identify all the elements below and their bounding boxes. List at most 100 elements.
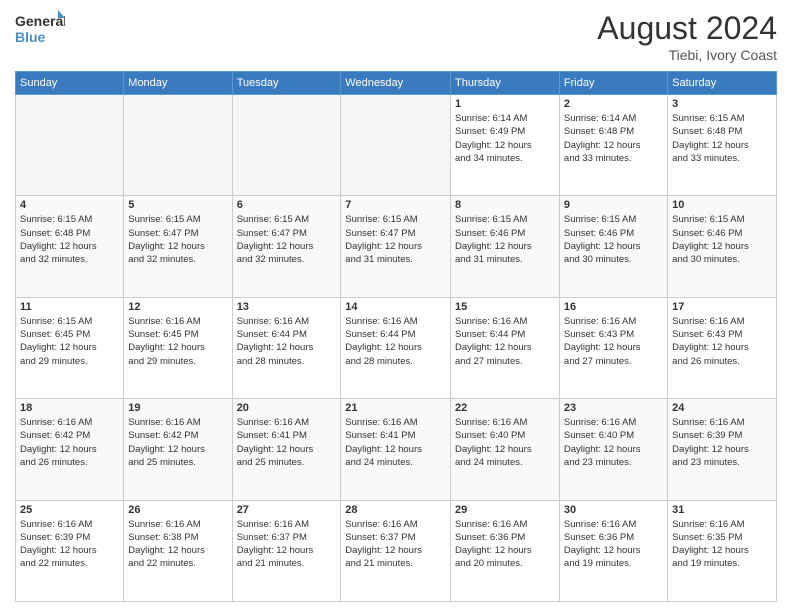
- calendar-cell: 20 Sunrise: 6:16 AMSunset: 6:41 PMDayligh…: [232, 399, 341, 500]
- day-number: 10: [672, 199, 772, 211]
- day-info: Sunrise: 6:16 AMSunset: 6:38 PMDaylight:…: [128, 518, 227, 571]
- calendar-cell: 10 Sunrise: 6:15 AMSunset: 6:46 PMDayligh…: [668, 196, 777, 297]
- calendar-cell: [341, 95, 451, 196]
- day-number: 26: [128, 504, 227, 516]
- day-number: 22: [455, 402, 555, 414]
- calendar-cell: [16, 95, 124, 196]
- calendar-cell: [124, 95, 232, 196]
- day-info: Sunrise: 6:16 AMSunset: 6:40 PMDaylight:…: [455, 416, 555, 469]
- day-info: Sunrise: 6:15 AMSunset: 6:46 PMDaylight:…: [672, 213, 772, 266]
- day-info: Sunrise: 6:16 AMSunset: 6:35 PMDaylight:…: [672, 518, 772, 571]
- day-header: Friday: [559, 72, 667, 95]
- day-number: 19: [128, 402, 227, 414]
- day-number: 16: [564, 301, 663, 313]
- day-number: 7: [345, 199, 446, 211]
- calendar-cell: 25 Sunrise: 6:16 AMSunset: 6:39 PMDayligh…: [16, 500, 124, 601]
- day-number: 30: [564, 504, 663, 516]
- svg-text:General: General: [15, 13, 65, 29]
- calendar-cell: 18 Sunrise: 6:16 AMSunset: 6:42 PMDayligh…: [16, 399, 124, 500]
- calendar-cell: 26 Sunrise: 6:16 AMSunset: 6:38 PMDayligh…: [124, 500, 232, 601]
- calendar-cell: 23Sunrise: 6:16 AMSunset: 6:40 PMDayligh…: [559, 399, 667, 500]
- day-number: 23: [564, 402, 663, 414]
- title-area: August 2024 Tiebi, Ivory Coast: [597, 10, 777, 63]
- day-number: 27: [237, 504, 337, 516]
- day-info: Sunrise: 6:14 AMSunset: 6:48 PMDaylight:…: [564, 112, 663, 165]
- day-number: 24: [672, 402, 772, 414]
- svg-text:Blue: Blue: [15, 29, 46, 45]
- day-info: Sunrise: 6:15 AMSunset: 6:47 PMDaylight:…: [237, 213, 337, 266]
- day-number: 12: [128, 301, 227, 313]
- day-number: 28: [345, 504, 446, 516]
- calendar-cell: [232, 95, 341, 196]
- day-info: Sunrise: 6:16 AMSunset: 6:43 PMDaylight:…: [672, 315, 772, 368]
- calendar-cell: 2Sunrise: 6:14 AMSunset: 6:48 PMDaylight…: [559, 95, 667, 196]
- calendar-cell: 19 Sunrise: 6:16 AMSunset: 6:42 PMDayligh…: [124, 399, 232, 500]
- calendar-cell: 17 Sunrise: 6:16 AMSunset: 6:43 PMDayligh…: [668, 297, 777, 398]
- calendar-cell: 27 Sunrise: 6:16 AMSunset: 6:37 PMDayligh…: [232, 500, 341, 601]
- day-info: Sunrise: 6:16 AMSunset: 6:39 PMDaylight:…: [20, 518, 119, 571]
- calendar-cell: 14 Sunrise: 6:16 AMSunset: 6:44 PMDayligh…: [341, 297, 451, 398]
- day-header: Wednesday: [341, 72, 451, 95]
- day-info: Sunrise: 6:16 AMSunset: 6:44 PMDaylight:…: [455, 315, 555, 368]
- logo: General Blue: [15, 10, 65, 50]
- calendar-cell: 22 Sunrise: 6:16 AMSunset: 6:40 PMDayligh…: [451, 399, 560, 500]
- calendar-cell: 7 Sunrise: 6:15 AMSunset: 6:47 PMDaylight…: [341, 196, 451, 297]
- calendar-cell: 24 Sunrise: 6:16 AMSunset: 6:39 PMDayligh…: [668, 399, 777, 500]
- day-info: Sunrise: 6:15 AMSunset: 6:48 PMDaylight:…: [672, 112, 772, 165]
- calendar-cell: 5 Sunrise: 6:15 AMSunset: 6:47 PMDaylight…: [124, 196, 232, 297]
- day-info: Sunrise: 6:16 AMSunset: 6:41 PMDaylight:…: [345, 416, 446, 469]
- day-info: Sunrise: 6:15 AMSunset: 6:46 PMDaylight:…: [564, 213, 663, 266]
- day-info: Sunrise: 6:15 AMSunset: 6:47 PMDaylight:…: [128, 213, 227, 266]
- day-number: 25: [20, 504, 119, 516]
- day-number: 15: [455, 301, 555, 313]
- calendar-cell: 29Sunrise: 6:16 AMSunset: 6:36 PMDayligh…: [451, 500, 560, 601]
- day-number: 4: [20, 199, 119, 211]
- day-info: Sunrise: 6:15 AMSunset: 6:47 PMDaylight:…: [345, 213, 446, 266]
- day-number: 6: [237, 199, 337, 211]
- day-info: Sunrise: 6:16 AMSunset: 6:39 PMDaylight:…: [672, 416, 772, 469]
- day-info: Sunrise: 6:16 AMSunset: 6:45 PMDaylight:…: [128, 315, 227, 368]
- calendar-cell: 12 Sunrise: 6:16 AMSunset: 6:45 PMDayligh…: [124, 297, 232, 398]
- month-title: August 2024: [597, 10, 777, 47]
- calendar-cell: 13Sunrise: 6:16 AMSunset: 6:44 PMDayligh…: [232, 297, 341, 398]
- day-info: Sunrise: 6:15 AMSunset: 6:46 PMDaylight:…: [455, 213, 555, 266]
- day-info: Sunrise: 6:16 AMSunset: 6:42 PMDaylight:…: [128, 416, 227, 469]
- day-number: 8: [455, 199, 555, 211]
- calendar-cell: 30 Sunrise: 6:16 AMSunset: 6:36 PMDayligh…: [559, 500, 667, 601]
- calendar: SundayMondayTuesdayWednesdayThursdayFrid…: [15, 71, 777, 602]
- day-info: Sunrise: 6:15 AMSunset: 6:45 PMDaylight:…: [20, 315, 119, 368]
- calendar-cell: 9Sunrise: 6:15 AMSunset: 6:46 PMDaylight…: [559, 196, 667, 297]
- location: Tiebi, Ivory Coast: [597, 47, 777, 63]
- day-header: Tuesday: [232, 72, 341, 95]
- day-info: Sunrise: 6:16 AMSunset: 6:44 PMDaylight:…: [237, 315, 337, 368]
- day-header: Saturday: [668, 72, 777, 95]
- day-header: Sunday: [16, 72, 124, 95]
- calendar-cell: 15 Sunrise: 6:16 AMSunset: 6:44 PMDayligh…: [451, 297, 560, 398]
- day-header: Monday: [124, 72, 232, 95]
- day-number: 17: [672, 301, 772, 313]
- header: General Blue August 2024 Tiebi, Ivory Co…: [15, 10, 777, 63]
- day-info: Sunrise: 6:16 AMSunset: 6:37 PMDaylight:…: [345, 518, 446, 571]
- day-number: 3: [672, 98, 772, 110]
- calendar-cell: 6 Sunrise: 6:15 AMSunset: 6:47 PMDaylight…: [232, 196, 341, 297]
- page: General Blue August 2024 Tiebi, Ivory Co…: [0, 0, 792, 612]
- day-number: 29: [455, 504, 555, 516]
- day-info: Sunrise: 6:16 AMSunset: 6:44 PMDaylight:…: [345, 315, 446, 368]
- day-number: 18: [20, 402, 119, 414]
- day-number: 5: [128, 199, 227, 211]
- day-number: 14: [345, 301, 446, 313]
- day-info: Sunrise: 6:16 AMSunset: 6:41 PMDaylight:…: [237, 416, 337, 469]
- day-info: Sunrise: 6:16 AMSunset: 6:36 PMDaylight:…: [564, 518, 663, 571]
- day-number: 1: [455, 98, 555, 110]
- calendar-cell: 3 Sunrise: 6:15 AMSunset: 6:48 PMDaylight…: [668, 95, 777, 196]
- calendar-cell: 28 Sunrise: 6:16 AMSunset: 6:37 PMDayligh…: [341, 500, 451, 601]
- day-info: Sunrise: 6:14 AMSunset: 6:49 PMDaylight:…: [455, 112, 555, 165]
- calendar-cell: 4Sunrise: 6:15 AMSunset: 6:48 PMDaylight…: [16, 196, 124, 297]
- calendar-cell: 8 Sunrise: 6:15 AMSunset: 6:46 PMDaylight…: [451, 196, 560, 297]
- day-number: 20: [237, 402, 337, 414]
- calendar-cell: 11 Sunrise: 6:15 AMSunset: 6:45 PMDayligh…: [16, 297, 124, 398]
- day-number: 11: [20, 301, 119, 313]
- day-info: Sunrise: 6:16 AMSunset: 6:37 PMDaylight:…: [237, 518, 337, 571]
- calendar-cell: 21Sunrise: 6:16 AMSunset: 6:41 PMDayligh…: [341, 399, 451, 500]
- day-info: Sunrise: 6:16 AMSunset: 6:42 PMDaylight:…: [20, 416, 119, 469]
